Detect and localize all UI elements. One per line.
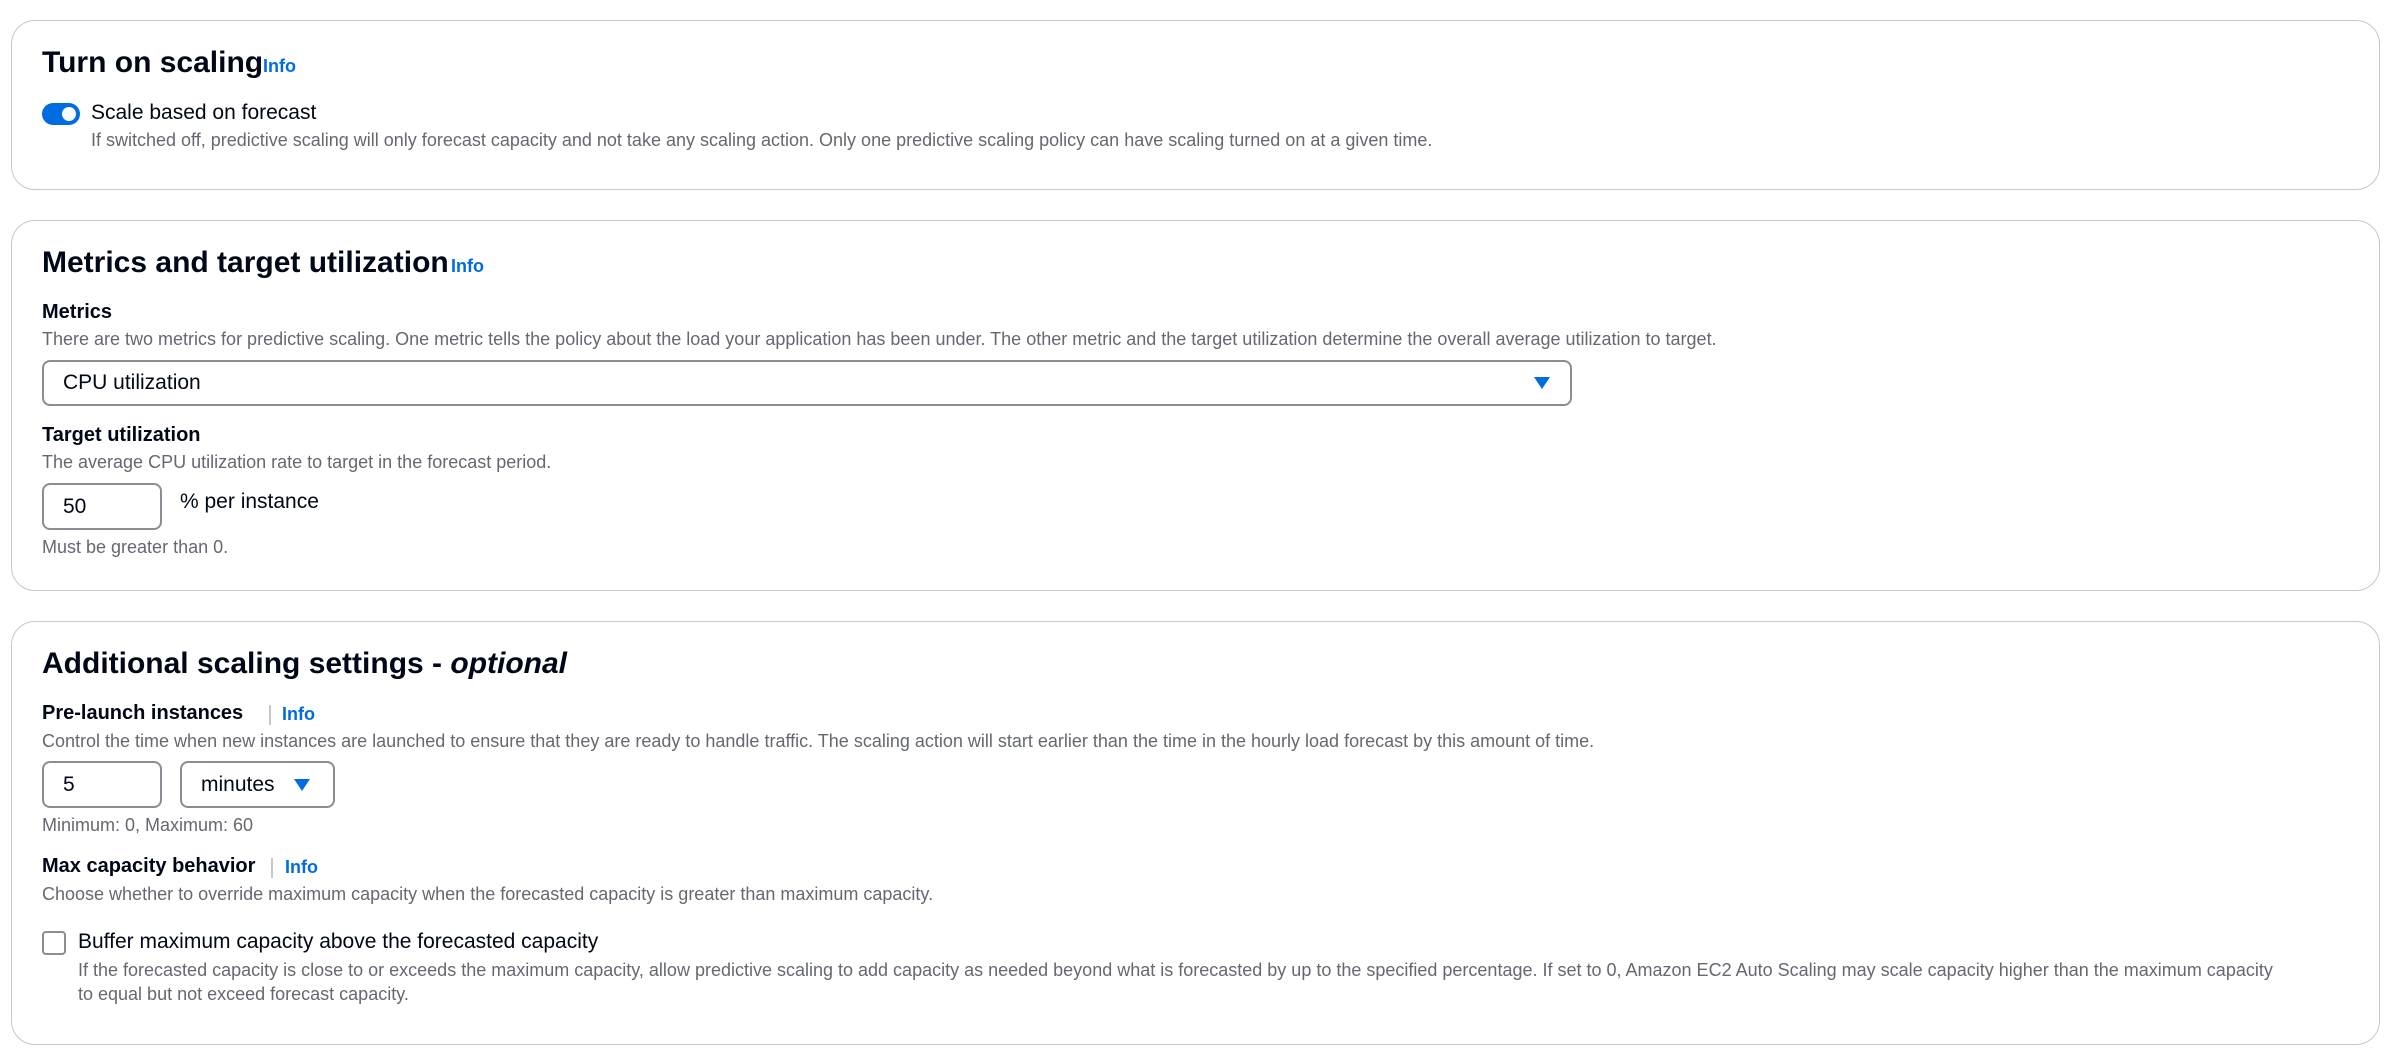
metrics-label: Metrics	[42, 301, 113, 323]
scale-forecast-label[interactable]: Scale based on forecast	[91, 101, 316, 125]
target-utilization-label: Target utilization	[42, 424, 201, 446]
target-utilization-unit: % per instance	[180, 490, 319, 513]
metrics-panel: Metrics and target utilization Info Metr…	[11, 220, 2380, 591]
buffer-description-line-2: to equal but not exceed forecast capacit…	[78, 984, 409, 1004]
buffer-description-line-1: If the forecasted capacity is close to o…	[78, 960, 2273, 980]
max-capacity-label: Max capacity behavior	[42, 855, 256, 877]
prelaunch-info-link[interactable]: Info	[282, 704, 315, 725]
max-capacity-divider	[271, 858, 273, 878]
prelaunch-unit-select[interactable]: minutes	[180, 761, 335, 808]
toggle-knob	[62, 107, 76, 121]
prelaunch-constraint: Minimum: 0, Maximum: 60	[42, 815, 254, 835]
turn-on-scaling-heading: Turn on scaling	[42, 46, 264, 79]
additional-settings-heading: Additional scaling settings - optional	[42, 646, 567, 682]
caret-down-icon	[1534, 377, 1550, 389]
prelaunch-divider	[269, 705, 271, 725]
scale-forecast-toggle[interactable]	[42, 103, 80, 125]
metrics-description: There are two metrics for predictive sca…	[42, 329, 1717, 349]
scale-forecast-description: If switched off, predictive scaling will…	[91, 130, 1433, 150]
prelaunch-label: Pre-launch instances	[42, 702, 244, 724]
target-utilization-constraint: Must be greater than 0.	[42, 537, 229, 557]
target-utilization-input[interactable]	[42, 483, 162, 530]
caret-down-icon	[294, 778, 310, 791]
prelaunch-unit-value: minutes	[201, 772, 275, 796]
max-capacity-info-link[interactable]: Info	[285, 857, 318, 878]
buffer-max-capacity-label[interactable]: Buffer maximum capacity above the foreca…	[78, 930, 598, 954]
prelaunch-description: Control the time when new instances are …	[42, 731, 1595, 751]
optional-label: optional	[450, 647, 568, 680]
additional-settings-title: Additional scaling settings -	[42, 647, 451, 680]
target-utilization-description: The average CPU utilization rate to targ…	[42, 452, 552, 472]
metrics-select[interactable]: CPU utilization	[42, 360, 1572, 406]
metrics-select-value: CPU utilization	[63, 371, 201, 394]
additional-settings-panel: Additional scaling settings - optional P…	[11, 621, 2380, 1045]
turn-on-scaling-panel: Turn on scaling Info Scale based on fore…	[11, 20, 2380, 190]
prelaunch-input[interactable]	[42, 761, 162, 808]
metrics-info-link[interactable]: Info	[451, 256, 484, 277]
buffer-max-capacity-checkbox[interactable]	[42, 931, 66, 955]
metrics-heading: Metrics and target utilization	[42, 246, 449, 279]
turn-on-scaling-info-link[interactable]: Info	[263, 56, 296, 77]
max-capacity-description: Choose whether to override maximum capac…	[42, 884, 934, 904]
